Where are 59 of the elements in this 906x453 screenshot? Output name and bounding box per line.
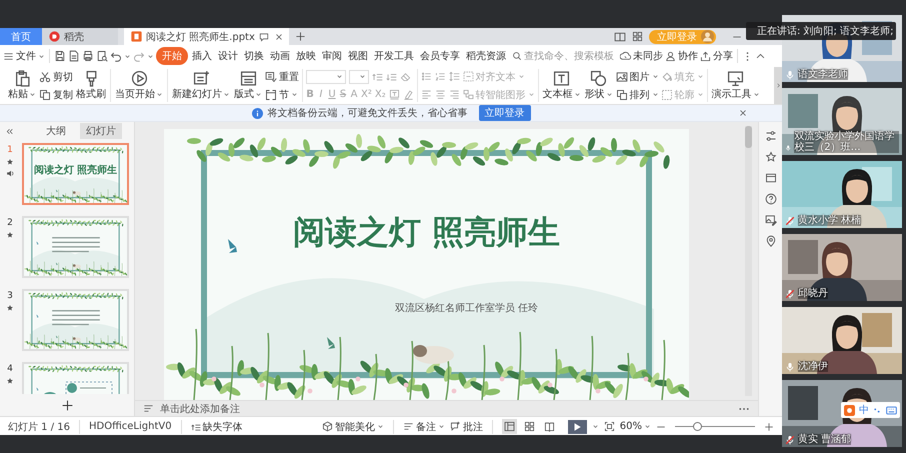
ribbon-button[interactable]: 剪切 (39, 69, 73, 84)
notes-button[interactable]: 备注 (402, 420, 445, 434)
ribbon-tab[interactable]: 切换 (242, 47, 266, 65)
comments-button[interactable]: 批注 (450, 420, 483, 434)
search-field[interactable]: 查找命令、搜索模板 (512, 50, 618, 62)
app-tab[interactable]: 阅读之灯 照亮师生.pptx (124, 28, 289, 45)
ribbon-button[interactable]: 重置 (265, 69, 299, 84)
sync-button[interactable]: 未同步 (620, 49, 663, 63)
ribbon-button[interactable]: 版式 (233, 69, 263, 102)
ribbon-tab[interactable]: 会员专享 (418, 47, 462, 65)
ribbon-button[interactable]: 排列 (616, 87, 659, 102)
ribbon-tab[interactable]: 视图 (346, 47, 370, 65)
input-mode[interactable]: 中 (859, 403, 869, 417)
ribbon-button[interactable]: 演示工具 (710, 69, 761, 102)
participant-name: 双流实验小学外国语学校三（2）班… (794, 131, 899, 153)
slide-title: 阅读之灯 照亮师生 (32, 163, 118, 177)
ribbon-tab[interactable]: 开发工具 (372, 47, 416, 65)
file-menu[interactable]: 文件 (16, 49, 45, 63)
missing-font-button[interactable]: 缺失字体 (190, 420, 243, 434)
video-tile[interactable]: 双流实验小学外国语学校三（2）班… (782, 88, 902, 155)
ribbon-button[interactable]: 图片 (616, 69, 659, 84)
video-tile[interactable]: 沈净伊 (782, 307, 902, 374)
panel-tab[interactable]: 大纲 (40, 123, 72, 139)
video-tile[interactable]: 黄实 曹涵郁 中 (782, 380, 902, 447)
slide-number: 2 (7, 218, 13, 228)
video-tile[interactable]: 黄水小学 林楠 (782, 161, 902, 228)
ribbon-button[interactable]: 复制 (39, 87, 73, 102)
share-button[interactable]: 分享 (700, 49, 733, 63)
slide-count: 幻灯片 1 / 16 (8, 420, 70, 434)
panel-tab[interactable]: 幻灯片 (80, 123, 122, 139)
ribbon-button[interactable]: 格式刷 (75, 69, 107, 102)
ribbon-button[interactable]: 当页开始 (114, 69, 164, 102)
notice-text: 将文档备份云端，可避免文件丢失，省心省事 (268, 106, 468, 120)
app-tab[interactable]: 稻壳 (42, 28, 118, 45)
slide-thumbnail[interactable]: 阅读之灯 照亮师生 (22, 143, 129, 205)
ribbon-tab[interactable]: 动画 (268, 47, 292, 65)
beautify-button[interactable]: 智能美化 (322, 420, 384, 434)
notes-placeholder[interactable]: 单击此处添加备注 (160, 402, 240, 416)
theme-name: HDOfficeLightV0 (89, 421, 172, 432)
ribbon-tab[interactable]: 放映 (294, 47, 318, 65)
ribbon-tab[interactable]: 稻壳资源 (464, 47, 508, 65)
ribbon-button[interactable]: 形状 (584, 69, 614, 102)
collaborate-button[interactable]: 协作 (665, 49, 698, 63)
ribbon-tab[interactable]: 设计 (216, 47, 240, 65)
slide-number: 4 (7, 364, 13, 374)
ribbon-button[interactable]: 粘贴 (7, 69, 37, 102)
ribbon-button[interactable]: 新建幻灯片 (171, 69, 231, 102)
ribbon-button[interactable]: 文本框 (542, 69, 582, 102)
slide-subtitle: 双流区杨红名师工作室学员 任玲 (394, 302, 538, 315)
slide-title: 阅读之灯 照亮师生 (292, 212, 560, 253)
ribbon-button[interactable]: 节 (265, 87, 299, 102)
ribbon-tab[interactable]: 审阅 (320, 47, 344, 65)
input-method-toolbar[interactable]: 中 (841, 402, 900, 418)
ribbon-tab[interactable]: 插入 (190, 47, 214, 65)
zoom-level[interactable]: 60% (620, 421, 651, 432)
login-button[interactable]: 立即登录 (478, 105, 530, 121)
slide-number: 3 (7, 291, 13, 301)
slide-number: 1 (7, 145, 13, 155)
video-tile[interactable]: 邱晓丹 (782, 234, 902, 301)
